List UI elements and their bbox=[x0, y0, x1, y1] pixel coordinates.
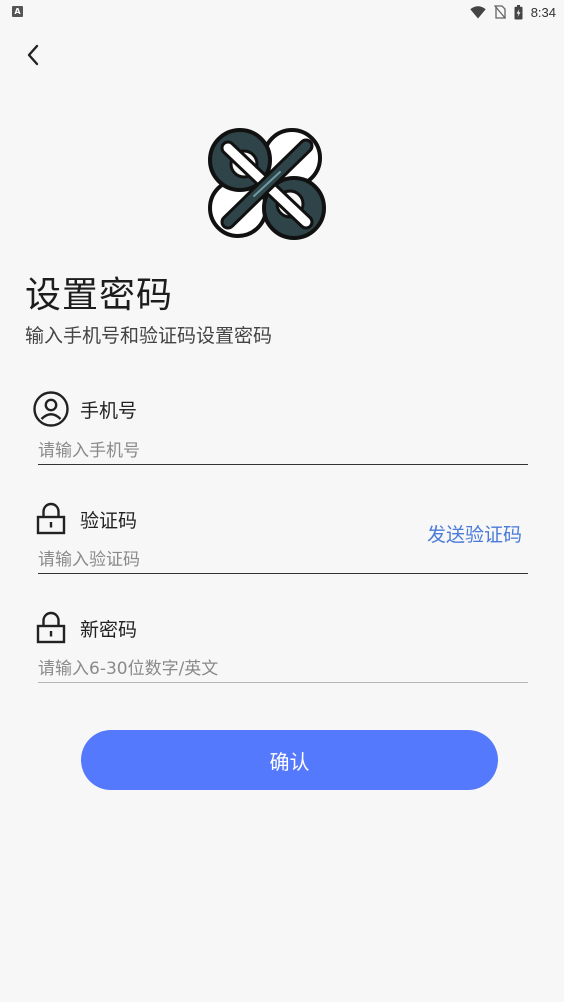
code-field-group: 验证码 发送验证码 bbox=[32, 500, 528, 574]
phone-input[interactable] bbox=[38, 437, 528, 465]
no-sim-icon bbox=[493, 5, 506, 19]
battery-icon bbox=[514, 4, 523, 19]
code-label: 验证码 bbox=[80, 509, 138, 532]
phone-label: 手机号 bbox=[80, 399, 138, 422]
status-time: 8:34 bbox=[530, 4, 556, 20]
status-bar: A 8:34 bbox=[0, 0, 564, 24]
page-title: 设置密码 bbox=[25, 275, 174, 316]
app-notification-icon: A bbox=[12, 6, 23, 17]
app-logo bbox=[208, 128, 326, 240]
user-circle-icon bbox=[32, 390, 70, 428]
phone-field-group: 手机号 bbox=[32, 390, 528, 466]
password-input[interactable] bbox=[38, 655, 528, 683]
chevron-left-icon bbox=[27, 44, 39, 66]
send-code-button[interactable]: 发送验证码 bbox=[427, 520, 522, 547]
back-button[interactable] bbox=[18, 40, 48, 70]
lock-icon bbox=[32, 609, 70, 647]
wifi-icon bbox=[469, 5, 486, 19]
password-field-group: 新密码 bbox=[32, 609, 528, 683]
code-input[interactable] bbox=[38, 546, 528, 574]
password-label: 新密码 bbox=[80, 618, 138, 641]
confirm-button[interactable]: 确认 bbox=[81, 730, 498, 790]
lock-icon bbox=[32, 500, 70, 538]
page-subtitle: 输入手机号和验证码设置密码 bbox=[25, 325, 273, 347]
status-icons: 8:34 bbox=[469, 3, 556, 21]
reset-password-screen: A 8:34 设置密码 输入手机号和验证码设置密码 手机号 请输入手机号 验证码… bbox=[0, 0, 564, 1002]
